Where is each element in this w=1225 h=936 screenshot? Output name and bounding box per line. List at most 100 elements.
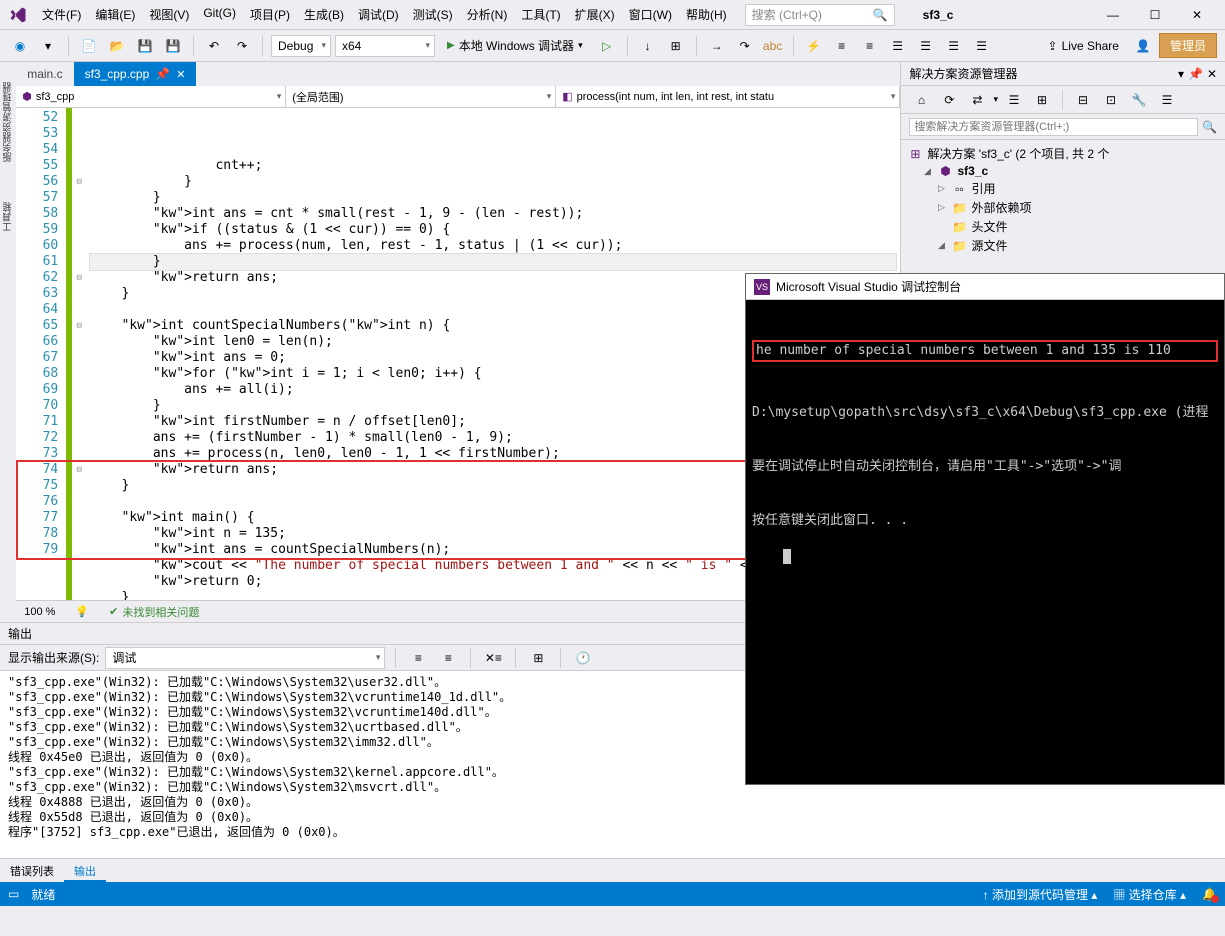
- solution-icon: ⊞: [907, 147, 923, 161]
- spell-icon[interactable]: abc: [761, 34, 785, 58]
- collapse-icon[interactable]: ⊟: [1071, 88, 1095, 112]
- menu-analyze[interactable]: 分析(N): [461, 2, 514, 27]
- maximize-button[interactable]: ☐: [1135, 2, 1175, 28]
- tab-sf3-cpp[interactable]: sf3_cpp.cpp 📌 ✕: [74, 62, 197, 86]
- project-icon: ⬢: [22, 90, 32, 103]
- tab-error-list[interactable]: 错误列表: [0, 859, 64, 882]
- expand-icon[interactable]: ▷: [935, 183, 947, 194]
- show-all-icon[interactable]: ☰: [1002, 88, 1026, 112]
- step-icon[interactable]: ↷: [733, 34, 757, 58]
- open-icon[interactable]: 📂: [105, 34, 129, 58]
- output-source-combo[interactable]: 调试: [105, 647, 385, 669]
- select-repo[interactable]: ▦ 选择仓库 ▴: [1113, 886, 1186, 903]
- menu-build[interactable]: 生成(B): [298, 2, 350, 27]
- nav-scope-combo[interactable]: (全局范围): [286, 86, 556, 107]
- search-icon[interactable]: 🔍: [1202, 120, 1217, 134]
- notifications-icon[interactable]: 🔔: [1202, 887, 1217, 901]
- menu-git[interactable]: Git(G): [197, 2, 242, 27]
- tool-icon[interactable]: ↓: [636, 34, 660, 58]
- menu-debug[interactable]: 调试(D): [352, 2, 405, 27]
- solution-search-input[interactable]: [909, 118, 1198, 136]
- menu-project[interactable]: 项目(P): [244, 2, 296, 27]
- menu-tools[interactable]: 工具(T): [515, 2, 566, 27]
- title-bar: 文件(F) 编辑(E) 视图(V) Git(G) 项目(P) 生成(B) 调试(…: [0, 0, 1225, 30]
- close-button[interactable]: ✕: [1177, 2, 1217, 28]
- run-debug-button[interactable]: ▶ 本地 Windows 调试器 ▾: [439, 34, 591, 58]
- headers-node[interactable]: 📁 头文件: [907, 217, 1219, 236]
- liveshare-button[interactable]: ⇪ Live Share: [1040, 39, 1127, 53]
- menu-window[interactable]: 窗口(W): [623, 2, 678, 27]
- bookmark-icon[interactable]: ☰: [970, 34, 994, 58]
- nav-back-icon[interactable]: ◉: [8, 34, 32, 58]
- autoscroll-icon[interactable]: ⊞: [526, 646, 550, 670]
- references-node[interactable]: ▷ ▫▫ 引用: [907, 179, 1219, 198]
- home-icon[interactable]: ⌂: [909, 88, 933, 112]
- redo-icon[interactable]: ↷: [230, 34, 254, 58]
- project-node[interactable]: ◢ ⬢ sf3_c: [907, 163, 1219, 179]
- undo-icon[interactable]: ↶: [202, 34, 226, 58]
- run-without-debug-icon[interactable]: ▷: [595, 34, 619, 58]
- pin-icon[interactable]: 📌: [1188, 67, 1203, 81]
- wrap-icon[interactable]: ✕≡: [481, 646, 505, 670]
- platform-combo[interactable]: x64: [335, 35, 435, 57]
- close-tab-icon[interactable]: ✕: [176, 68, 185, 81]
- console-title-bar[interactable]: VS Microsoft Visual Studio 调试控制台: [746, 274, 1224, 300]
- new-icon[interactable]: 📄: [77, 34, 101, 58]
- output-source-label: 显示输出来源(S):: [8, 649, 99, 666]
- sync-icon[interactable]: ⟳: [937, 88, 961, 112]
- menu-edit[interactable]: 编辑(E): [89, 2, 141, 27]
- dropdown-icon[interactable]: ▾: [1178, 67, 1184, 81]
- pin-icon[interactable]: 📌: [155, 67, 170, 81]
- menu-test[interactable]: 测试(S): [407, 2, 459, 27]
- search-placeholder: 搜索 (Ctrl+Q): [752, 6, 822, 23]
- toolbox-tab[interactable]: 工具箱: [1, 202, 16, 232]
- expand-icon[interactable]: ▷: [935, 202, 947, 213]
- save-all-icon[interactable]: 💾: [161, 34, 185, 58]
- comment-icon[interactable]: ☰: [886, 34, 910, 58]
- external-deps-node[interactable]: ▷ 📁 外部依赖项: [907, 198, 1219, 217]
- indent-icon[interactable]: ≡: [830, 34, 854, 58]
- view-icon[interactable]: ☰: [1155, 88, 1179, 112]
- switch-icon[interactable]: ⇄: [965, 88, 989, 112]
- zoom-level[interactable]: 100 %: [24, 606, 55, 618]
- debug-console-window[interactable]: VS Microsoft Visual Studio 调试控制台 he numb…: [745, 273, 1225, 785]
- toggle-icon[interactable]: ≡: [436, 646, 460, 670]
- nav-project-combo[interactable]: ⬢ sf3_cpp: [16, 86, 286, 107]
- close-panel-icon[interactable]: ✕: [1207, 67, 1217, 81]
- properties-icon[interactable]: ⊞: [1030, 88, 1054, 112]
- filter-icon[interactable]: ⊡: [1099, 88, 1123, 112]
- config-combo[interactable]: Debug: [271, 35, 331, 57]
- expand-icon[interactable]: ◢: [921, 166, 933, 177]
- minimize-button[interactable]: —: [1093, 2, 1133, 28]
- clock-icon[interactable]: 🕐: [571, 646, 595, 670]
- add-to-source-control[interactable]: ↑ 添加到源代码管理 ▴: [983, 886, 1098, 903]
- wand-icon[interactable]: ⚡: [802, 34, 826, 58]
- tab-main-c[interactable]: main.c: [16, 62, 73, 86]
- search-input[interactable]: 搜索 (Ctrl+Q) 🔍: [745, 4, 895, 26]
- format-icon[interactable]: ≡: [858, 34, 882, 58]
- user-icon[interactable]: 👤: [1131, 34, 1155, 58]
- menu-view[interactable]: 视图(V): [143, 2, 195, 27]
- refs-icon: ▫▫: [951, 182, 967, 196]
- menu-file[interactable]: 文件(F): [36, 2, 87, 27]
- server-explorer-tab[interactable]: 服务器资源管理器: [1, 82, 16, 162]
- nav-function-combo[interactable]: ◧ process(int num, int len, int rest, in…: [556, 86, 900, 107]
- tool-icon[interactable]: ⊞: [664, 34, 688, 58]
- clear-icon[interactable]: ≡: [406, 646, 430, 670]
- solution-tree[interactable]: ⊞ 解决方案 'sf3_c' (2 个项目, 共 2 个 ◢ ⬢ sf3_c ▷…: [901, 140, 1225, 259]
- expand-icon[interactable]: ◢: [935, 240, 947, 251]
- main-menu: 文件(F) 编辑(E) 视图(V) Git(G) 项目(P) 生成(B) 调试(…: [36, 2, 733, 27]
- save-icon[interactable]: 💾: [133, 34, 157, 58]
- sources-node[interactable]: ◢ 📁 源文件: [907, 236, 1219, 255]
- lightbulb-icon[interactable]: 💡: [75, 605, 89, 618]
- bookmark-icon[interactable]: ☰: [942, 34, 966, 58]
- nav-fwd-icon[interactable]: ▾: [36, 34, 60, 58]
- uncomment-icon[interactable]: ☰: [914, 34, 938, 58]
- fold-column[interactable]: ⊟⊟⊟⊟: [72, 108, 86, 600]
- menu-help[interactable]: 帮助(H): [680, 2, 733, 27]
- step-icon[interactable]: →: [705, 34, 729, 58]
- tab-output[interactable]: 输出: [64, 859, 106, 882]
- wrench-icon[interactable]: 🔧: [1127, 88, 1151, 112]
- menu-extensions[interactable]: 扩展(X): [569, 2, 621, 27]
- solution-node[interactable]: ⊞ 解决方案 'sf3_c' (2 个项目, 共 2 个: [907, 144, 1219, 163]
